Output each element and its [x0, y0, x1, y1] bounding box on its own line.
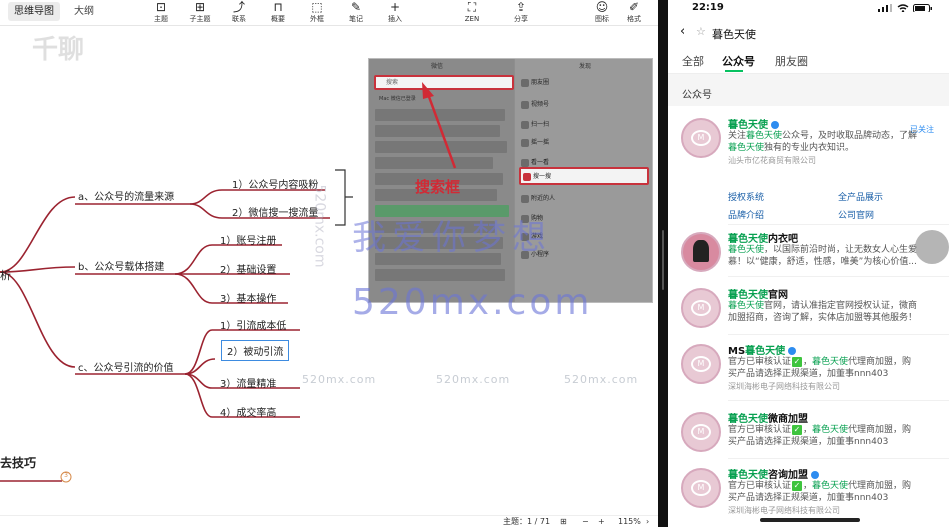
- company-name: 深圳海彬电子网络科技有限公司: [728, 506, 840, 515]
- account-name: 暮色天使官网: [728, 290, 788, 301]
- account-desc: 暮色天使，以国际前沿时尚，让无数女人心生爱: [728, 245, 918, 255]
- link-company-site[interactable]: 公司官网: [838, 208, 874, 221]
- callout-arrow: [422, 82, 457, 169]
- account-desc: 官方已审核认证 ✓ ，暮色天使代理商加盟，购: [728, 481, 912, 491]
- account-result[interactable]: M 暮色天使咨询加盟 官方已审核认证 ✓ ，暮色天使代理商加盟，购 买产品请选择正规…: [668, 462, 949, 518]
- brand-logo-icon: M: [691, 356, 711, 372]
- phone-time: 22:19: [692, 2, 724, 13]
- brand-logo-icon: M: [691, 424, 711, 440]
- topic-count: 主题：1 / 71: [503, 517, 551, 526]
- account-desc-2: 慕！以“健康，舒适，性感，唯美”为核心价值...: [728, 257, 917, 267]
- verified-icon: [771, 121, 779, 129]
- star-icon[interactable]: ☆: [696, 25, 706, 38]
- account-desc-2: 加盟招商，咨询了解，实体店加盟等其他服务！: [728, 313, 918, 323]
- home-indicator[interactable]: [760, 518, 860, 522]
- callout-label: 搜索框: [415, 178, 461, 196]
- tab-indicator: [725, 70, 743, 72]
- phone-status-bar: 22:19: [668, 0, 949, 16]
- account-result[interactable]: M 暮色天使 已关注 关注暮色天使公众号，及时收取品牌动态，了解 暮色天使独有的…: [668, 112, 949, 224]
- avatar: [681, 232, 721, 272]
- account-desc: 关注暮色天使公众号，及时收取品牌动态，了解: [728, 131, 918, 141]
- signal-icon: [878, 4, 892, 12]
- avatar: M: [681, 412, 721, 452]
- avatar: M: [681, 344, 721, 384]
- results-list: M 暮色天使 已关注 关注暮色天使公众号，及时收取品牌动态，了解 暮色天使独有的…: [668, 106, 949, 527]
- account-result[interactable]: 暮色天使内衣吧 暮色天使，以国际前沿时尚，让无数女人心生爱 慕！以“健康，舒适，…: [668, 226, 949, 282]
- back-icon[interactable]: ‹: [680, 24, 685, 39]
- tab-moments[interactable]: 朋友圈: [775, 53, 808, 69]
- search-query-title[interactable]: 暮色天使: [712, 26, 756, 42]
- account-result[interactable]: M 暮色天使官网 暮色天使官网，请认准指定官网授权认证，微商 加盟招商，咨询了解…: [668, 282, 949, 338]
- account-desc: 官方已审核认证 ✓ ，暮色天使代理商加盟，购: [728, 425, 912, 435]
- link-authorization[interactable]: 授权系统: [728, 190, 764, 203]
- account-name: 暮色天使微商加盟: [728, 414, 808, 425]
- wifi-icon: [897, 4, 909, 12]
- account-name: 暮色天使内衣吧: [728, 234, 798, 245]
- drag-handle[interactable]: [662, 230, 664, 290]
- status-bar: 主题：1 / 71 ⊞ − + 115% ›: [0, 515, 658, 527]
- avatar: M: [681, 288, 721, 328]
- account-desc-2: 买产品请选择正规渠道，加董事nnn403: [728, 437, 889, 447]
- link-brand-intro[interactable]: 品牌介绍: [728, 208, 764, 221]
- zoom-out-button[interactable]: −: [582, 517, 589, 527]
- account-name: 暮色天使: [728, 116, 779, 131]
- brand-logo-icon: M: [691, 300, 711, 316]
- divider: [728, 400, 949, 401]
- verified-icon: [811, 471, 819, 479]
- avatar: M: [681, 468, 721, 508]
- phone-nav-bar: ‹ ☆ 暮色天使: [668, 16, 949, 48]
- account-result[interactable]: M 暮色天使微商加盟 官方已审核认证 ✓ ，暮色天使代理商加盟，购 买产品请选择正规…: [668, 406, 949, 462]
- zoom-level[interactable]: 115%: [618, 517, 641, 527]
- chevron-right-icon[interactable]: ›: [646, 517, 649, 527]
- check-icon: ✓: [792, 481, 803, 491]
- divider: [728, 334, 949, 335]
- company-name: 汕头市亿花商贸有限公司: [728, 156, 816, 165]
- account-name: 暮色天使咨询加盟: [728, 466, 819, 481]
- phone-tabs: 全部 公众号 朋友圈: [668, 48, 949, 74]
- account-name: MS暮色天使: [728, 342, 797, 357]
- verified-icon: [788, 347, 797, 355]
- mindmap-app: 思维导图 大纲 ⊡ 主题 ⊞ 子主题 ⤴ 联系 ⊓ 概要 ⬚ 外框 ✎ 笔记 +…: [0, 0, 658, 527]
- check-icon: ✓: [792, 357, 803, 367]
- screen: 思维导图 大纲 ⊡ 主题 ⊞ 子主题 ⤴ 联系 ⊓ 概要 ⬚ 外框 ✎ 笔记 +…: [0, 0, 949, 527]
- floating-assistive-button[interactable]: [915, 230, 949, 264]
- phone-screen: 22:19 ‹ ☆ 暮色天使 全部 公众号 朋友圈 公众号 M 暮色天使 已关注…: [668, 0, 949, 527]
- account-desc-2: 暮色天使独有的专业内衣知识。: [728, 143, 855, 153]
- account-desc-2: 买产品请选择正规渠道，加董事nnn403: [728, 493, 889, 503]
- tab-all[interactable]: 全部: [682, 53, 704, 69]
- battery-icon: [913, 4, 932, 12]
- split-divider[interactable]: [658, 0, 668, 527]
- section-label: 公众号: [682, 90, 712, 101]
- zoom-in-button[interactable]: +: [598, 517, 605, 527]
- brand-logo-icon: M: [691, 130, 711, 146]
- model-photo-icon: [693, 240, 709, 262]
- check-icon: ✓: [792, 425, 803, 435]
- company-name: 深圳海彬电子网络科技有限公司: [728, 382, 840, 391]
- divider: [728, 458, 949, 459]
- account-result[interactable]: M MS暮色天使 官方已审核认证 ✓ ，暮色天使代理商加盟，购 买产品请选择正规渠道…: [668, 338, 949, 394]
- account-desc: 官方已审核认证 ✓ ，暮色天使代理商加盟，购: [728, 357, 912, 367]
- account-desc: 暮色天使官网，请认准指定官网授权认证，微商: [728, 301, 918, 311]
- tab-official-accounts[interactable]: 公众号: [722, 53, 755, 69]
- account-desc-2: 买产品请选择正规渠道，加董事nnn403: [728, 369, 889, 379]
- brand-logo-icon: M: [691, 480, 711, 496]
- book-icon[interactable]: ⊞: [560, 517, 567, 527]
- link-all-products[interactable]: 全产品展示: [838, 190, 883, 203]
- avatar: M: [681, 118, 721, 158]
- divider: [728, 276, 949, 277]
- divider: [728, 224, 949, 225]
